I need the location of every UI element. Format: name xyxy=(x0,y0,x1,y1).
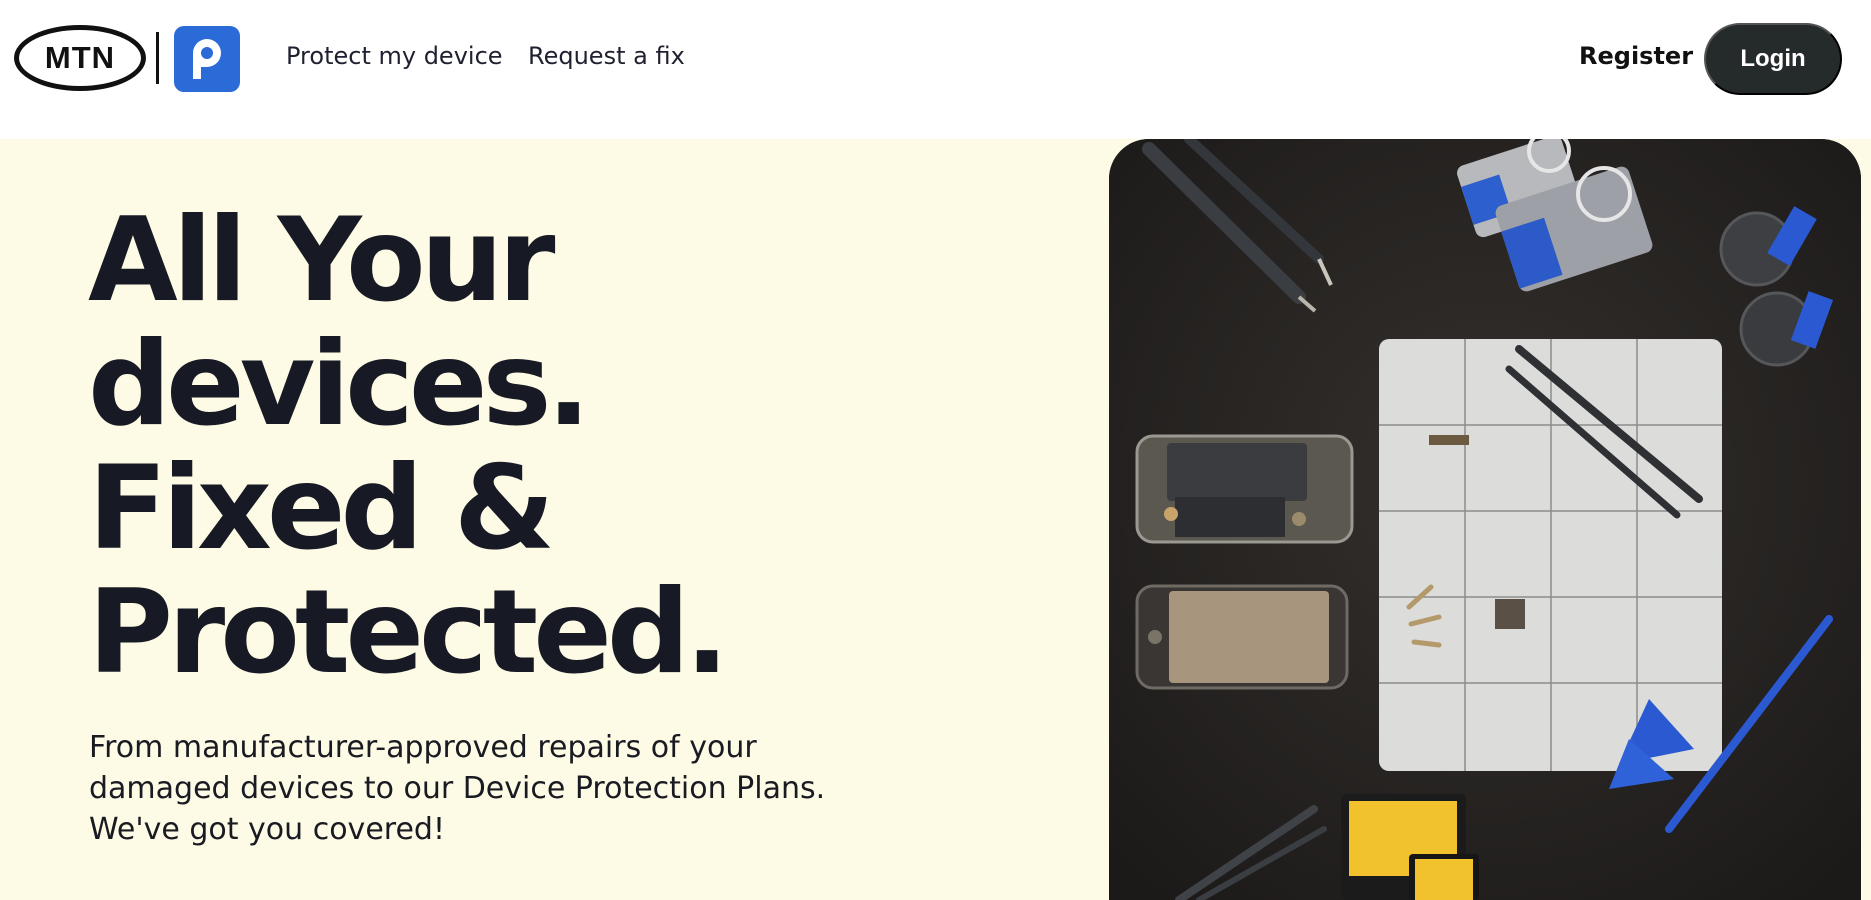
top-navigation: MTN Protect my device Request a fix Regi… xyxy=(0,0,1871,139)
phone-screen-icon xyxy=(1135,584,1349,690)
register-link[interactable]: Register xyxy=(1579,42,1693,70)
subtext-line: damaged devices to our Device Protection… xyxy=(89,771,826,806)
repair-mat xyxy=(1379,339,1722,771)
hero-subtext: From manufacturer-approved repairs of yo… xyxy=(89,727,869,850)
yellow-screen-device xyxy=(1341,794,1479,900)
logo-divider xyxy=(156,32,159,84)
phone-battery-icon xyxy=(1135,434,1354,544)
headline-line: Protected. xyxy=(88,565,729,700)
subtext-line: From manufacturer-approved repairs of yo… xyxy=(89,730,757,765)
hero-image-device-repair-tools xyxy=(1109,139,1861,900)
subtext-line: We've got you covered! xyxy=(89,812,445,847)
mtn-logo-text: MTN xyxy=(44,40,116,75)
hero-headline: All Your devices. Fixed & Protected. xyxy=(88,199,1088,695)
hero-section: All Your devices. Fixed & Protected. Fro… xyxy=(0,139,1871,900)
app-logo-icon[interactable] xyxy=(174,26,240,92)
headline-line: All Your xyxy=(88,193,556,328)
nav-protect-my-device[interactable]: Protect my device xyxy=(286,42,503,70)
headline-line: Fixed & xyxy=(88,441,555,576)
mtn-logo[interactable]: MTN xyxy=(14,25,146,91)
headline-line: devices. xyxy=(88,317,591,452)
device-repair-tools-illustration xyxy=(1109,139,1861,900)
nav-request-a-fix[interactable]: Request a fix xyxy=(528,42,685,70)
login-button[interactable]: Login xyxy=(1704,23,1842,95)
p-location-pin-icon xyxy=(193,39,221,79)
